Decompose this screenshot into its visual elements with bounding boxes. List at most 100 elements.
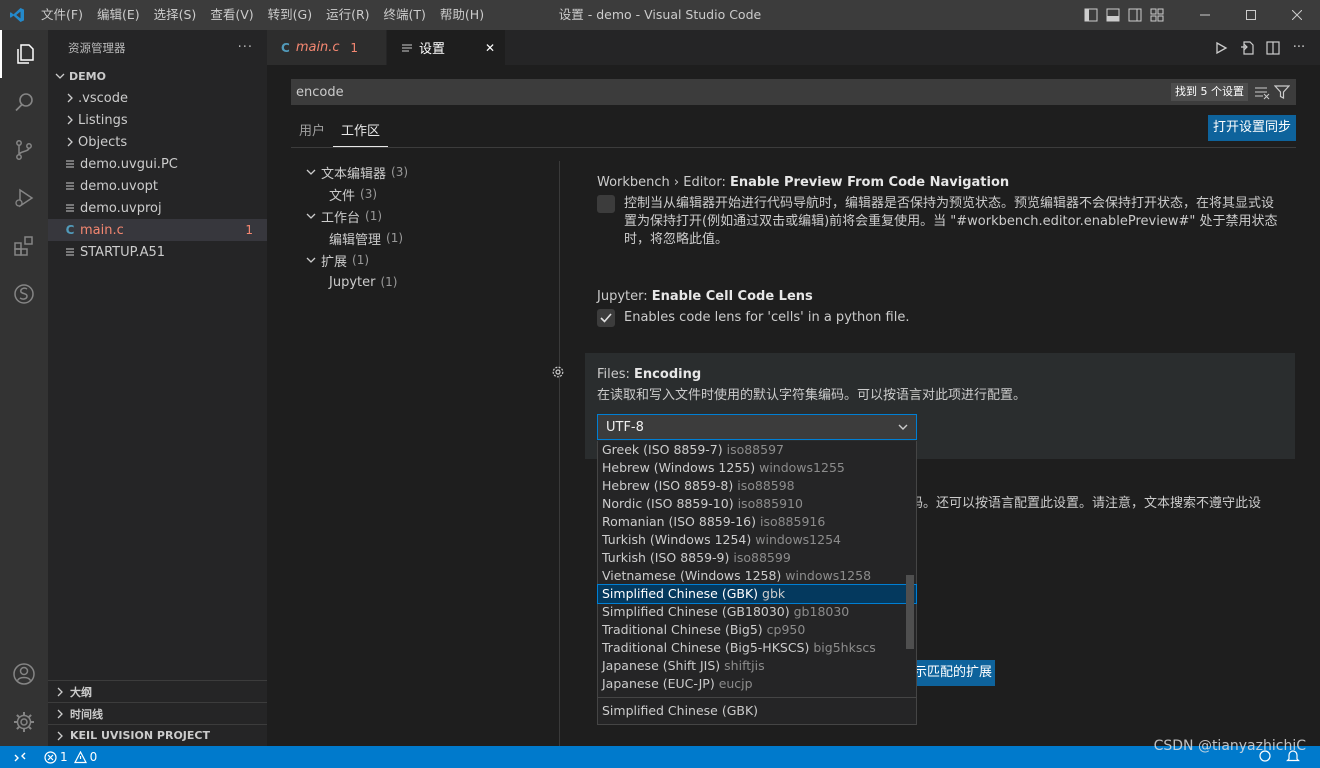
folder-header-demo[interactable]: DEMO	[48, 65, 267, 87]
toc-item[interactable]: 文件 (3)	[297, 183, 547, 205]
menu-item[interactable]: 查看(V)	[203, 0, 260, 30]
sidebar-section-header[interactable]: KEIL UVISION PROJECT	[48, 724, 267, 746]
encoding-option[interactable]: Simplified Chinese (GB18030) gb18030	[598, 603, 916, 621]
encoding-option[interactable]: Romanian (ISO 8859-16) iso885916	[598, 513, 916, 531]
extensions-icon[interactable]	[0, 222, 48, 270]
sidebar-section-header[interactable]: 时间线	[48, 702, 267, 724]
tab-workspace[interactable]: 工作区	[333, 121, 389, 147]
clear-filter-icon[interactable]	[1254, 84, 1270, 104]
chevron-right-icon	[62, 115, 78, 125]
encoding-option[interactable]: Hebrew (ISO 8859-8) iso88598	[598, 477, 916, 495]
tab-main-c[interactable]: C main.c 1	[267, 30, 387, 65]
tree-folder-item[interactable]: Objects	[48, 131, 267, 153]
show-matching-extensions-button[interactable]: 示匹配的扩展	[910, 660, 995, 686]
toc-count: (1)	[386, 231, 404, 245]
encoding-option[interactable]: Traditional Chinese (Big5) cp950	[598, 621, 916, 639]
explorer-title: 资源管理器	[68, 40, 126, 55]
toc-item[interactable]: 扩展 (1)	[297, 249, 547, 271]
editor-tabs: C main.c 1 设置 ✕ ···	[267, 30, 1320, 65]
toggle-secondary-sidebar-icon[interactable]	[1124, 0, 1146, 30]
tree-file-item[interactable]: Cmain.c 1	[48, 219, 267, 241]
folder-name: DEMO	[69, 69, 106, 83]
toc-count: (3)	[360, 187, 378, 201]
close-tab-icon[interactable]: ✕	[485, 41, 495, 55]
toggle-sidebar-icon[interactable]	[1080, 0, 1102, 30]
filter-icon[interactable]	[1273, 84, 1291, 104]
tree-file-item[interactable]: demo.uvproj	[48, 197, 267, 219]
tree-folder-item[interactable]: .vscode	[48, 87, 267, 109]
tab-label: main.c	[295, 40, 340, 55]
option-alias: eucjp	[718, 676, 753, 691]
encoding-option[interactable]: Japanese (Shift JIS) shiftjis	[598, 657, 916, 675]
toc-count: (1)	[365, 209, 383, 223]
encoding-option[interactable]: Hebrew (Windows 1255) windows1255	[598, 459, 916, 477]
jupyter-code-lens-checkbox[interactable]	[597, 309, 615, 327]
tree-file-item[interactable]: demo.uvgui.PC	[48, 153, 267, 175]
explorer-icon[interactable]	[0, 30, 48, 78]
encoding-option[interactable]: Simplified Chinese (GBK) gbk	[597, 584, 917, 604]
tree-item-label: demo.uvproj	[80, 200, 162, 216]
tree-folder-item[interactable]: Listings	[48, 109, 267, 131]
toggle-panel-icon[interactable]	[1102, 0, 1124, 30]
menu-item[interactable]: 终端(T)	[377, 0, 433, 30]
manage-gear-icon[interactable]	[0, 698, 48, 746]
tab-user[interactable]: 用户	[291, 121, 333, 147]
source-control-icon[interactable]	[0, 126, 48, 174]
menu-item[interactable]: 帮助(H)	[433, 0, 491, 30]
remote-explorer-icon[interactable]	[0, 270, 48, 318]
encoding-option[interactable]: Greek (ISO 8859-7) iso88597	[598, 441, 916, 459]
settings-search-input[interactable]: encode 找到 5 个设置	[291, 79, 1296, 105]
status-bar: 1 0	[0, 746, 1320, 768]
split-editor-icon[interactable]	[1260, 40, 1286, 55]
menu-item[interactable]: 编辑(E)	[90, 0, 147, 30]
tree-item-label: Listings	[78, 112, 128, 128]
toc-item[interactable]: Jupyter (1)	[297, 271, 547, 293]
account-icon[interactable]	[0, 650, 48, 698]
more-actions-icon[interactable]: ···	[1286, 40, 1312, 55]
tree-item-label: demo.uvopt	[80, 178, 159, 194]
close-window-button[interactable]	[1274, 0, 1320, 30]
encoding-option[interactable]: Traditional Chinese (Big5-HKSCS) big5hks…	[598, 639, 916, 657]
option-name: Japanese (Shift JIS)	[602, 658, 721, 673]
file-lines-icon	[62, 203, 78, 213]
menu-item[interactable]: 文件(F)	[34, 0, 90, 30]
menu-item[interactable]: 运行(R)	[319, 0, 376, 30]
setting-gear-icon[interactable]	[551, 365, 565, 383]
search-icon[interactable]	[0, 78, 48, 126]
toc-item[interactable]: 工作台 (1)	[297, 205, 547, 227]
remote-indicator-icon[interactable]	[0, 746, 40, 768]
tree-file-item[interactable]: STARTUP.A51	[48, 241, 267, 263]
encoding-option[interactable]: Turkish (Windows 1254) windows1254	[598, 531, 916, 549]
maximize-button[interactable]	[1228, 0, 1274, 30]
customize-layout-icon[interactable]	[1146, 0, 1168, 30]
enable-preview-checkbox[interactable]	[597, 195, 615, 213]
option-alias: iso88597	[726, 442, 784, 457]
dropdown-scrollbar[interactable]	[906, 575, 914, 649]
sidebar-bottom-sections: 大纲 时间线 KEIL UVISION PROJECT	[48, 680, 267, 746]
tab-settings[interactable]: 设置 ✕	[387, 30, 505, 65]
settings-sync-button[interactable]: 打开设置同步	[1207, 115, 1296, 141]
menu-item[interactable]: 转到(G)	[261, 0, 319, 30]
problems-indicator[interactable]: 1 0	[44, 750, 97, 764]
sidebar-section-header[interactable]: 大纲	[48, 680, 267, 702]
chevron-right-icon	[57, 687, 63, 696]
toc-count: (1)	[352, 253, 370, 267]
settings-list-icon	[402, 44, 412, 51]
encoding-option[interactable]: Nordic (ISO 8859-10) iso885910	[598, 495, 916, 513]
run-icon[interactable]	[1208, 41, 1234, 55]
tab-problem-badge: 1	[350, 40, 358, 55]
open-settings-json-icon[interactable]	[1234, 40, 1260, 55]
menu-item[interactable]: 选择(S)	[147, 0, 204, 30]
run-debug-icon[interactable]	[0, 174, 48, 222]
toc-item[interactable]: 文本编辑器 (3)	[297, 161, 547, 183]
more-actions-icon[interactable]: ···	[238, 40, 253, 55]
encoding-option[interactable]: Japanese (EUC-JP) eucjp	[598, 675, 916, 693]
activity-bar	[0, 30, 48, 746]
encoding-option[interactable]: Vietnamese (Windows 1258) windows1258	[598, 567, 916, 585]
tree-item-label: STARTUP.A51	[80, 244, 166, 260]
minimize-button[interactable]	[1182, 0, 1228, 30]
toc-item[interactable]: 编辑管理 (1)	[297, 227, 547, 249]
encoding-select[interactable]: UTF-8	[597, 414, 917, 440]
encoding-option[interactable]: Turkish (ISO 8859-9) iso88599	[598, 549, 916, 567]
tree-file-item[interactable]: demo.uvopt	[48, 175, 267, 197]
